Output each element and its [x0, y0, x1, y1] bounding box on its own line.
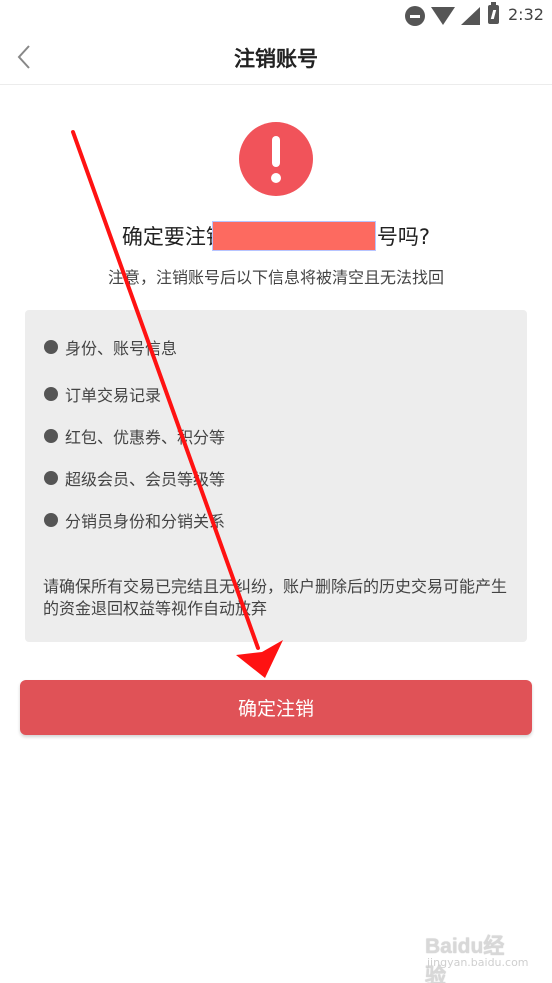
- list-item: 身份、账号信息: [44, 335, 177, 359]
- page-title: 注销账号: [234, 47, 318, 71]
- list-item: 订单交易记录: [44, 382, 161, 406]
- baidu-watermark: Baidu经验 jingyan.baidu.com: [425, 930, 529, 983]
- bullet-icon: [44, 387, 58, 401]
- nav-bar: 注销账号: [0, 32, 552, 85]
- bullet-icon: [44, 429, 58, 443]
- cleared-info-panel: 身份、账号信息 订单交易记录 红包、优惠券、积分等 超级会员、会员等级等 分销员…: [25, 310, 527, 642]
- exclamation-bar: [272, 136, 280, 167]
- warning-subtitle: 注意，注销账号后以下信息将被清空且无法找回: [107, 268, 444, 287]
- exclamation-dot: [271, 173, 281, 183]
- bullet-icon: [44, 340, 58, 354]
- watermark-url: jingyan.baidu.com: [427, 956, 529, 969]
- list-item: 分销员身份和分销关系: [44, 508, 225, 532]
- list-item-label: 身份、账号信息: [65, 339, 178, 358]
- confirm-cancel-button[interactable]: 确定注销: [20, 680, 532, 735]
- list-item-label: 分销员身份和分销关系: [65, 512, 226, 531]
- do-not-disturb-icon: [405, 6, 425, 26]
- list-item: 超级会员、会员等级等: [44, 466, 225, 490]
- list-item-label: 订单交易记录: [65, 386, 162, 405]
- headline-suffix: 号吗?: [376, 225, 431, 249]
- disclaimer-note: 请确保所有交易已完结且无纠纷，账户删除后的历史交易可能产生的资金退回权益等视作自…: [43, 577, 508, 618]
- signal-icon: [461, 7, 480, 25]
- list-item-label: 红包、优惠券、积分等: [65, 428, 226, 447]
- battery-charging-icon: [488, 2, 499, 24]
- redacted-account-block: [213, 222, 375, 250]
- wifi-icon: [431, 7, 455, 25]
- bullet-icon: [44, 513, 58, 527]
- status-bar: 2:32: [0, 0, 552, 32]
- account-cancel-screen: 2:32 注销账号 确定要注销 号吗? 注意，注销账号后以下信息将被清空且无法找回…: [0, 0, 552, 983]
- bullet-icon: [44, 471, 58, 485]
- list-item-label: 超级会员、会员等级等: [65, 470, 226, 489]
- list-item: 红包、优惠券、积分等: [44, 424, 225, 448]
- status-time: 2:32: [508, 5, 544, 24]
- headline-prefix: 确定要注销: [121, 225, 227, 249]
- exclamation-icon: [239, 122, 313, 196]
